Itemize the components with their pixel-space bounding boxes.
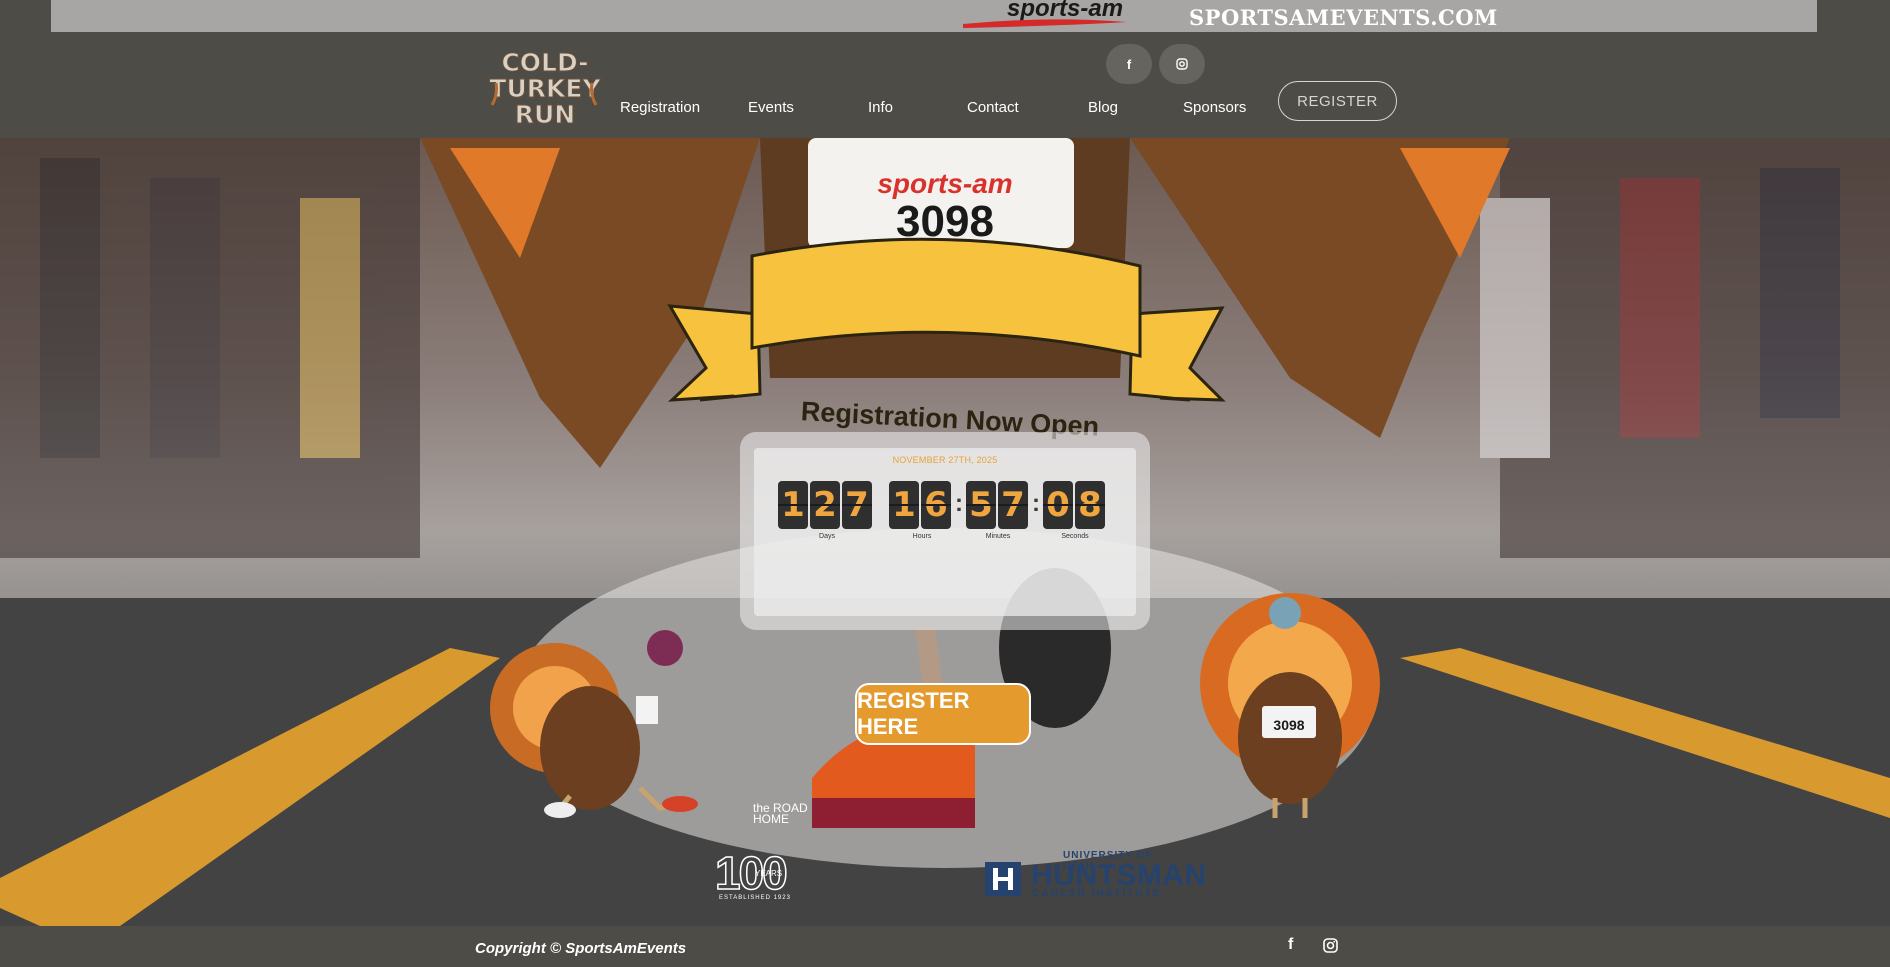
seconds-digit-1: 0 bbox=[1043, 481, 1073, 529]
header-instagram-icon[interactable] bbox=[1159, 44, 1205, 84]
footer-instagram-icon[interactable] bbox=[1323, 938, 1338, 958]
nav-events[interactable]: Events bbox=[748, 99, 794, 116]
site-footer: Copyright © SportsAmEvents f bbox=[0, 926, 1890, 967]
huntsman-subtitle: CANCER INSTITUTE bbox=[1032, 888, 1162, 899]
header-facebook-icon[interactable]: f bbox=[1106, 44, 1152, 84]
bib-brand: sports-am bbox=[877, 168, 1012, 199]
road-home-label: the ROAD HOME bbox=[753, 801, 808, 826]
nav-blog[interactable]: Blog bbox=[1088, 99, 1118, 116]
countdown-inner: NOVEMBER 27TH, 2025 1 2 7 1 6 : 5 7 : 0 … bbox=[754, 448, 1136, 616]
sneaker-sole bbox=[812, 798, 975, 828]
days-label: Days bbox=[819, 533, 835, 540]
huntsman-h-icon bbox=[985, 862, 1021, 896]
nav-contact[interactable]: Contact bbox=[967, 99, 1019, 116]
big-turkey-left-wing bbox=[420, 138, 760, 468]
hours-digit-1: 1 bbox=[889, 481, 919, 529]
copyright-text: Copyright © SportsAmEvents bbox=[475, 940, 687, 957]
road-home-tagline: ESTABLISHED 1923 bbox=[719, 895, 791, 901]
site-url-link[interactable]: SPORTSAMEVENTS.COM bbox=[1189, 5, 1498, 30]
sports-am-logo[interactable]: sports-am bbox=[957, 0, 1167, 30]
road-home-years-word: YEARS bbox=[755, 869, 783, 878]
banner-right-tail bbox=[1128, 306, 1226, 402]
nav-registration[interactable]: Registration bbox=[620, 99, 700, 116]
logo-line-1: COLD- bbox=[501, 48, 588, 77]
logo-line-2: TURKEY bbox=[489, 74, 601, 103]
nav-sponsors[interactable]: Sponsors bbox=[1183, 99, 1246, 116]
sports-am-swoosh bbox=[963, 19, 1127, 28]
minutes-digit-2: 7 bbox=[998, 481, 1028, 529]
logo-line-3: RUN bbox=[515, 100, 575, 129]
colon-2: : bbox=[1032, 490, 1040, 517]
minutes-label: Minutes bbox=[985, 533, 1011, 540]
cold-turkey-run-logo[interactable]: COLD- TURKEY RUN bbox=[486, 45, 604, 130]
footer-facebook-icon[interactable]: f bbox=[1288, 936, 1293, 954]
days-digit-3: 7 bbox=[842, 481, 872, 529]
header-register-button[interactable]: REGISTER bbox=[1278, 81, 1397, 121]
hours-label: Hours bbox=[912, 533, 932, 540]
road-home-sponsor-logo[interactable]: the ROAD HOME 100 YEARS ESTABLISHED 1923 bbox=[714, 801, 811, 905]
seconds-digit-2: 8 bbox=[1075, 481, 1105, 529]
banner-left-tail bbox=[667, 304, 762, 402]
seconds-label: Seconds bbox=[1061, 533, 1089, 540]
days-digit-2: 2 bbox=[810, 481, 840, 529]
promo-bar: sports-am SPORTSAMEVENTS.COM bbox=[51, 0, 1817, 32]
countdown-panel: NOVEMBER 27TH, 2025 1 2 7 1 6 : 5 7 : 0 … bbox=[740, 432, 1150, 630]
instagram-icon bbox=[1176, 58, 1188, 70]
minutes-digit-1: 5 bbox=[966, 481, 996, 529]
site-header: COLD- TURKEY RUN f Registration Events I… bbox=[0, 32, 1890, 138]
register-here-button[interactable]: REGISTER HERE bbox=[855, 683, 1031, 745]
huntsman-sponsor-logo[interactable]: UNIVERSITY OF UTAH HUNTSMAN CANCER INSTI… bbox=[985, 850, 1206, 900]
sports-am-logo-text: sports-am bbox=[1007, 0, 1123, 22]
hero-section: sports-am 3098 3098 Registration Now Ope… bbox=[0, 138, 1890, 926]
days-digit-1: 1 bbox=[778, 481, 808, 529]
colon-1: : bbox=[955, 490, 963, 517]
hours-digit-2: 6 bbox=[921, 481, 951, 529]
event-date: NOVEMBER 27TH, 2025 bbox=[892, 455, 998, 465]
instagram-icon bbox=[1323, 938, 1338, 953]
nav-info[interactable]: Info bbox=[868, 99, 893, 116]
right-turkey-bib-number: 3098 bbox=[1273, 717, 1304, 733]
